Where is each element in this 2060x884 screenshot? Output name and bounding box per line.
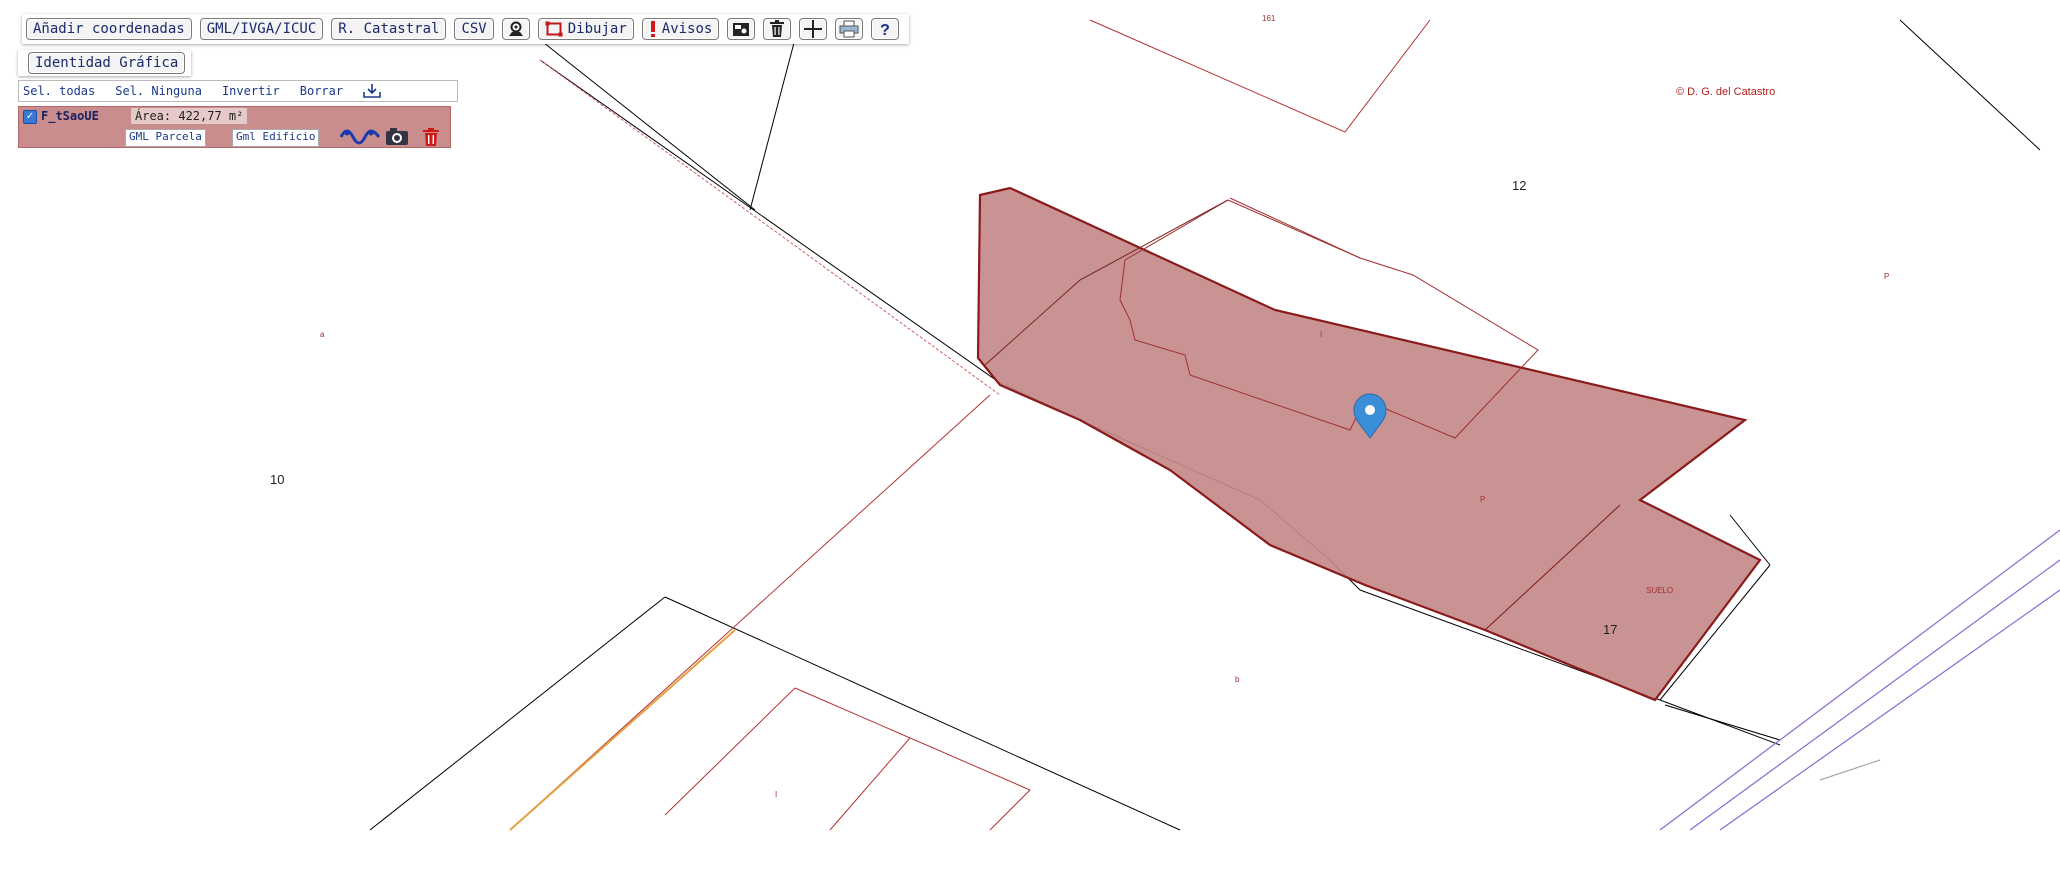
- svg-text:?: ?: [880, 22, 890, 38]
- gml-parcel-button[interactable]: GML Parcela: [125, 129, 206, 147]
- route-icon[interactable]: [339, 127, 381, 147]
- print-icon: [839, 20, 859, 38]
- parcel-line: [1659, 699, 1781, 746]
- parcel-line-red: [1089, 19, 1431, 133]
- selected-parcel[interactable]: [976, 186, 1762, 702]
- parcel-number-label: 10: [270, 472, 285, 487]
- invert-link[interactable]: Invertir: [222, 84, 280, 98]
- ref-catastral-button[interactable]: R. Catastral: [331, 18, 447, 40]
- road-line: [509, 629, 736, 831]
- parcel-line: [539, 59, 1011, 391]
- parcel-line-red: [829, 737, 911, 831]
- map-letter-label: 161: [1262, 14, 1276, 23]
- draw-button[interactable]: Dibujar: [537, 18, 634, 40]
- gml-ivga-icuc-button[interactable]: GML/IVGA/ICUC: [199, 18, 324, 40]
- parcel-line: [664, 596, 1181, 831]
- alerts-button[interactable]: Avisos: [641, 18, 720, 40]
- export-icon: [733, 23, 750, 36]
- selection-bar: Sel. todas Sel. Ninguna Invertir Borrar: [18, 80, 458, 102]
- parcel-line: [1899, 19, 2041, 151]
- identity-graphic-button[interactable]: Identidad Gráfica: [28, 52, 186, 74]
- land-use-label: SUELO: [1646, 586, 1674, 595]
- help-icon: ?: [880, 22, 890, 38]
- copyright-label: © D. G. del Catastro: [1676, 86, 1776, 98]
- map-letter-label: I: [775, 790, 778, 799]
- main-toolbar: Añadir coordenadas GML/IVGA/ICUC R. Cata…: [22, 14, 910, 44]
- map-letter-label: P: [1480, 495, 1486, 504]
- parcel-line: [369, 596, 666, 831]
- help-button[interactable]: ?: [871, 18, 900, 40]
- delete-icon[interactable]: [421, 127, 441, 147]
- print-button[interactable]: [835, 18, 864, 40]
- layer-row: ✓ F_tSaoUE Área: 422,77 m² GML Parcela G…: [18, 106, 451, 148]
- crosshair-icon: [804, 20, 823, 38]
- map-letter-label: P: [1884, 272, 1890, 281]
- parcel-number-label: 12: [1512, 178, 1527, 193]
- layer-checkbox[interactable]: ✓: [23, 110, 37, 124]
- trash-icon: [770, 20, 785, 37]
- boundary-line: [1819, 759, 1881, 781]
- select-none-link[interactable]: Sel. Ninguna: [115, 84, 202, 98]
- identity-panel: Identidad Gráfica: [18, 50, 192, 76]
- parcel-number-label: 17: [1603, 622, 1618, 637]
- crosshair-button[interactable]: [799, 18, 828, 40]
- parcel-line: [1664, 704, 1781, 741]
- alert-icon: [650, 21, 655, 37]
- locate-pin-icon: [508, 21, 523, 36]
- draw-button-label: Dibujar: [567, 21, 627, 37]
- building-outline: [1229, 197, 1361, 259]
- layer-name: F_tSaoUE: [41, 109, 99, 123]
- add-coordinates-button[interactable]: Añadir coordenadas: [26, 18, 192, 40]
- parcel-line-red: [539, 59, 1001, 396]
- boundary-line: [1719, 589, 2060, 831]
- draw-rectangle-icon: [545, 21, 563, 37]
- map-letter-label: a: [320, 330, 325, 339]
- gml-building-button[interactable]: Gml Edificio: [232, 129, 320, 147]
- map-letter-label: b: [1235, 675, 1240, 684]
- trash-button[interactable]: [763, 18, 792, 40]
- layer-area: Área: 422,77 m²: [131, 108, 248, 124]
- select-all-link[interactable]: Sel. todas: [23, 84, 95, 98]
- export-button[interactable]: [727, 18, 756, 40]
- csv-button[interactable]: CSV: [454, 18, 494, 40]
- boundary-line: [1689, 559, 2060, 831]
- parcel-line: [749, 19, 801, 211]
- parcel-line: [514, 19, 756, 211]
- map-letter-label: I: [1320, 330, 1323, 339]
- camera-icon[interactable]: [385, 127, 411, 147]
- download-icon[interactable]: [363, 84, 381, 98]
- delete-link[interactable]: Borrar: [300, 84, 343, 98]
- alerts-button-label: Avisos: [661, 21, 713, 37]
- locate-pin-button[interactable]: [501, 18, 530, 40]
